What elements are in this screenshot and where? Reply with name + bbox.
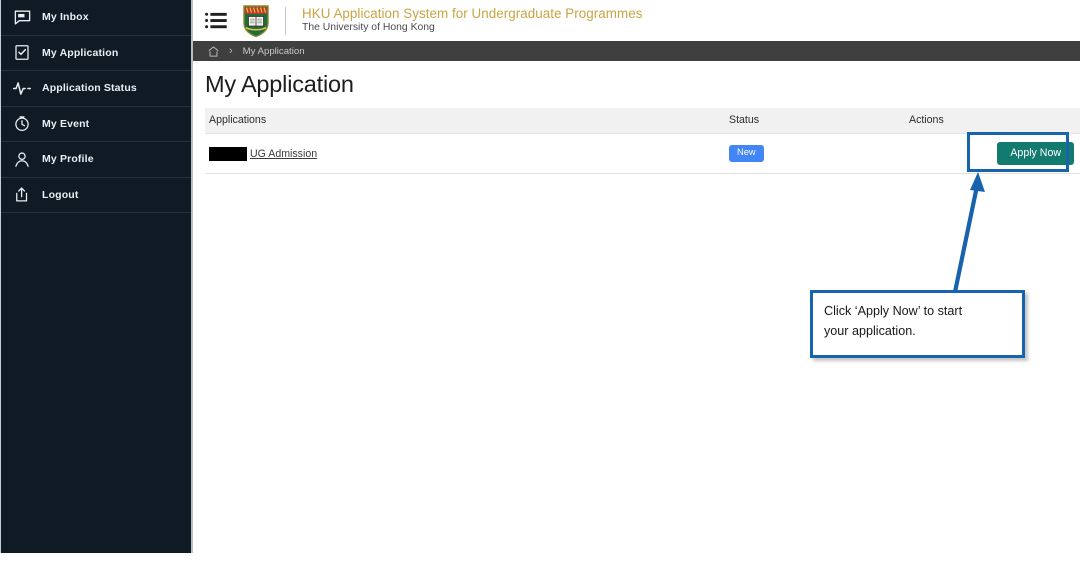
main-content: My Application Applications Status Actio… (193, 61, 1080, 563)
applications-table: Applications Status Actions UG Admission… (205, 108, 1080, 174)
cell-application: UG Admission (205, 133, 729, 174)
header-title-block: HKU Application System for Undergraduate… (302, 6, 642, 35)
redacted-text-box (209, 146, 247, 161)
logout-share-icon (11, 184, 33, 206)
breadcrumb: › My Application (193, 41, 1080, 61)
sidebar-item-label: My Event (42, 117, 90, 130)
hku-crest-icon (241, 4, 271, 38)
table-row: UG Admission New Apply Now (205, 133, 1080, 174)
column-header-status: Status (729, 108, 909, 134)
table-body: UG Admission New Apply Now (205, 133, 1080, 174)
apply-now-button[interactable]: Apply Now (997, 141, 1074, 166)
list-menu-icon[interactable] (203, 8, 229, 34)
sidebar-item-label: My Application (42, 46, 119, 59)
app-title: HKU Application System for Undergraduate… (302, 5, 643, 21)
breadcrumb-current: My Application (242, 45, 305, 57)
column-header-applications: Applications (205, 108, 729, 134)
person-icon (11, 148, 33, 170)
sidebar-item-label: Application Status (42, 82, 137, 95)
application-link[interactable]: UG Admission (250, 148, 317, 160)
breadcrumb-separator: › (229, 44, 233, 57)
sidebar-nav: My Inbox My Application Application Stat… (0, 0, 193, 553)
column-header-actions: Actions (909, 108, 1080, 134)
app-header: HKU Application System for Undergraduate… (193, 0, 1080, 41)
pulse-activity-icon (11, 77, 33, 99)
sidebar-item-my-profile[interactable]: My Profile (1, 142, 191, 178)
cell-actions: Apply Now (909, 133, 1080, 174)
header-divider (285, 6, 286, 35)
sidebar-item-my-inbox[interactable]: My Inbox (1, 0, 191, 36)
clock-icon (11, 113, 33, 135)
cell-status: New (729, 133, 909, 174)
sidebar-item-label: Logout (42, 188, 79, 201)
page-title: My Application (205, 71, 354, 97)
app-subtitle: The University of Hong Kong (302, 22, 435, 34)
home-icon[interactable] (207, 45, 220, 58)
inbox-chat-icon (11, 6, 33, 28)
sidebar-item-application-status[interactable]: Application Status (1, 71, 191, 107)
sidebar-item-label: My Profile (42, 153, 94, 166)
sidebar-item-my-application[interactable]: My Application (1, 36, 191, 71)
status-badge: New (729, 145, 764, 162)
table-header: Applications Status Actions (205, 108, 1080, 134)
sidebar-item-label: My Inbox (42, 11, 89, 24)
sidebar-item-my-event[interactable]: My Event (1, 107, 191, 142)
sidebar-item-logout[interactable]: Logout (1, 178, 191, 213)
checkbox-document-icon (11, 42, 33, 64)
table-header-row: Applications Status Actions (205, 108, 1080, 134)
